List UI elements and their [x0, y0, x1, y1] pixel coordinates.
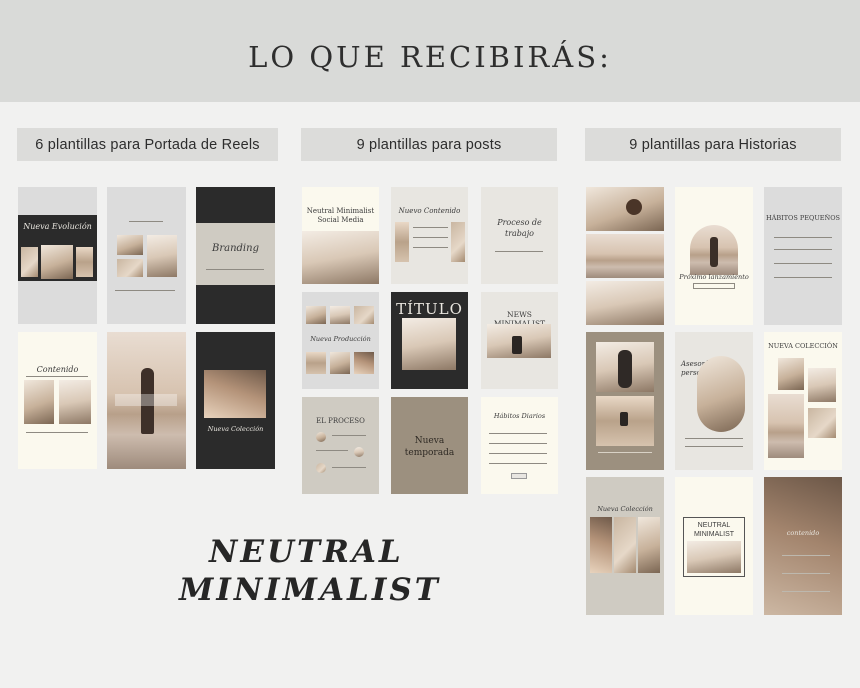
post-template-nueva-produccion: Nueva Producción — [302, 292, 379, 389]
reel-template-nueva-coleccion: Nueva Colección — [196, 332, 275, 469]
post-title-habitos-diarios: Hábitos Diarios — [493, 412, 546, 420]
reel-template-contenido: Contenido — [18, 332, 97, 469]
story-title-nueva-coleccion: Nueva Colección — [597, 505, 653, 513]
reel-template-beach — [107, 332, 186, 469]
brand-line-minimalist: MINIMALIST — [179, 572, 441, 608]
story-template-nueva-coleccion: Nueva Colección — [586, 477, 664, 615]
post-title-nuevo-contenido: Nuevo Contenido — [398, 207, 461, 215]
stories-section-label: 9 plantillas para Historias — [585, 128, 841, 161]
post-template-nuevo-contenido: Nuevo Contenido — [391, 187, 468, 284]
post-title-neutral-social: Neutral Minimalist Social Media — [306, 207, 375, 224]
story-template-habitos-pequenos: HÁBITOS PEQUEÑOS — [764, 187, 842, 325]
reel-title-nueva-evolucion: Nueva Evolución — [23, 222, 92, 231]
story-title-habitos-pequenos: HÁBITOS PEQUEÑOS — [765, 214, 841, 222]
reel-template-collage — [107, 187, 186, 324]
reel-template-branding: Branding — [196, 187, 275, 324]
post-title-proceso: Proceso de trabajo — [497, 218, 542, 238]
post-template-news: NEWS MINIMALIST — [481, 292, 558, 389]
story-template-nueva-coleccion-caps: NUEVA COLECCIÓN — [764, 332, 842, 470]
post-template-titulo: TÍTULO — [391, 292, 468, 389]
story-template-asesorias: Asesorías personalizadas — [675, 332, 753, 470]
reel-title-nueva-coleccion: Nueva Colección — [207, 425, 264, 433]
reel-title-contenido: Contenido — [36, 365, 79, 374]
story-template-portrait — [586, 332, 664, 470]
post-title-nueva-temporada: Nueva temporada — [404, 436, 455, 458]
story-template-contenido: contenido — [764, 477, 842, 615]
reels-section-label: 6 plantillas para Portada de Reels — [17, 128, 278, 161]
reel-title-branding: Branding — [212, 243, 259, 254]
reel-template-nueva-evolucion: Nueva Evolución — [18, 187, 97, 324]
story-title-lanzamiento: Próximo lanzamiento — [679, 273, 749, 281]
story-template-photo-stack — [586, 187, 664, 325]
post-template-neutral-social: Neutral Minimalist Social Media — [302, 187, 379, 284]
post-title-nueva-produccion: Nueva Producción — [310, 335, 371, 343]
post-template-el-proceso: EL PROCESO — [302, 397, 379, 494]
post-title-el-proceso: EL PROCESO — [316, 417, 365, 425]
story-title-nueva-coleccion-caps: NUEVA COLECCIÓN — [768, 342, 838, 350]
post-template-nueva-temporada: Nueva temporada — [391, 397, 468, 494]
brand-line-neutral: NEUTRAL — [209, 534, 404, 570]
post-title-titulo: TÍTULO — [396, 300, 463, 318]
post-template-habitos-diarios: Hábitos Diarios — [481, 397, 558, 494]
story-template-neutral-minimalist: NEUTRAL MINIMALIST — [675, 477, 753, 615]
story-title-contenido: contenido — [786, 529, 820, 537]
posts-section-label: 9 plantillas para posts — [301, 128, 557, 161]
story-title-neutral-minimalist: NEUTRAL MINIMALIST — [693, 522, 735, 538]
page-title: LO QUE RECIBIRÁS: — [248, 40, 612, 74]
post-template-proceso: Proceso de trabajo — [481, 187, 558, 284]
story-template-lanzamiento: Próximo lanzamiento — [675, 187, 753, 325]
